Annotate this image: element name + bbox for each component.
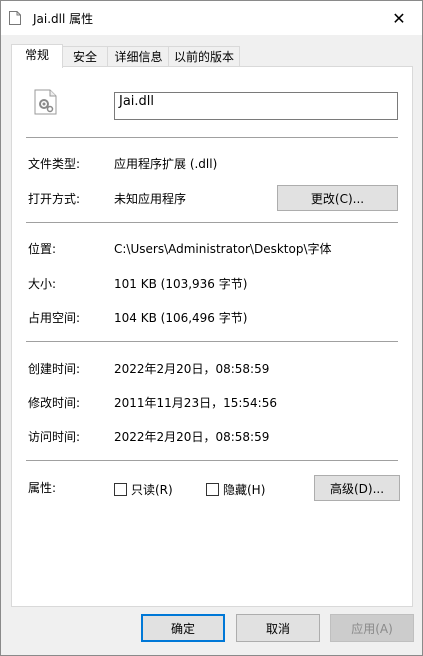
attributes-label: 属性: bbox=[28, 481, 57, 495]
cancel-button[interactable]: 取消 bbox=[236, 614, 320, 642]
size-on-disk-value: 104 KB (106,496 字节) bbox=[114, 311, 248, 325]
created-label: 创建时间: bbox=[28, 362, 81, 376]
close-button[interactable]: ✕ bbox=[376, 1, 422, 35]
location-label: 位置: bbox=[28, 242, 57, 256]
tab-security[interactable]: 安全 bbox=[61, 46, 109, 67]
title-bar: Jai.dll 属性 ✕ bbox=[1, 1, 422, 35]
properties-dialog: Jai.dll 属性 ✕ 常规 安全 详细信息 以前的版本 Jai.dll 文件… bbox=[0, 0, 423, 656]
dll-file-icon bbox=[34, 89, 57, 115]
accessed-value: 2022年2月20日，08:58:59 bbox=[114, 430, 270, 444]
divider bbox=[26, 222, 398, 223]
tab-details[interactable]: 详细信息 bbox=[107, 46, 170, 67]
window-title: Jai.dll 属性 bbox=[33, 12, 94, 26]
tab-previous-versions[interactable]: 以前的版本 bbox=[168, 46, 240, 67]
file-type-label: 文件类型: bbox=[28, 157, 81, 171]
file-name-input[interactable]: Jai.dll bbox=[114, 92, 398, 120]
divider bbox=[26, 341, 398, 342]
file-icon bbox=[9, 11, 21, 25]
divider bbox=[26, 460, 398, 461]
general-panel: Jai.dll 文件类型: 应用程序扩展 (.dll) 打开方式: 未知应用程序… bbox=[11, 66, 413, 607]
modified-label: 修改时间: bbox=[28, 396, 81, 410]
apply-button[interactable]: 应用(A) bbox=[330, 614, 414, 642]
ok-button[interactable]: 确定 bbox=[141, 614, 225, 642]
divider bbox=[26, 137, 398, 138]
close-icon: ✕ bbox=[392, 8, 406, 28]
tab-general[interactable]: 常规 bbox=[11, 44, 63, 68]
hidden-checkbox[interactable]: 隐藏(H) bbox=[206, 481, 265, 498]
readonly-checkbox[interactable]: 只读(R) bbox=[114, 481, 173, 498]
accessed-label: 访问时间: bbox=[28, 430, 81, 444]
advanced-button[interactable]: 高级(D)... bbox=[314, 475, 400, 501]
size-on-disk-label: 占用空间: bbox=[28, 311, 81, 325]
readonly-checkbox-label: 只读(R) bbox=[131, 483, 173, 497]
checkbox-box[interactable] bbox=[206, 483, 219, 496]
created-value: 2022年2月20日，08:58:59 bbox=[114, 362, 270, 376]
change-button[interactable]: 更改(C)... bbox=[277, 185, 398, 211]
open-with-label: 打开方式: bbox=[28, 192, 81, 206]
hidden-checkbox-label: 隐藏(H) bbox=[223, 483, 266, 497]
location-value: C:\Users\Administrator\Desktop\字体 bbox=[114, 242, 332, 256]
checkbox-box[interactable] bbox=[114, 483, 127, 496]
file-type-value: 应用程序扩展 (.dll) bbox=[114, 157, 218, 171]
modified-value: 2011年11月23日，15:54:56 bbox=[114, 396, 277, 410]
size-value: 101 KB (103,936 字节) bbox=[114, 277, 248, 291]
open-with-value: 未知应用程序 bbox=[114, 192, 187, 206]
size-label: 大小: bbox=[28, 277, 57, 291]
